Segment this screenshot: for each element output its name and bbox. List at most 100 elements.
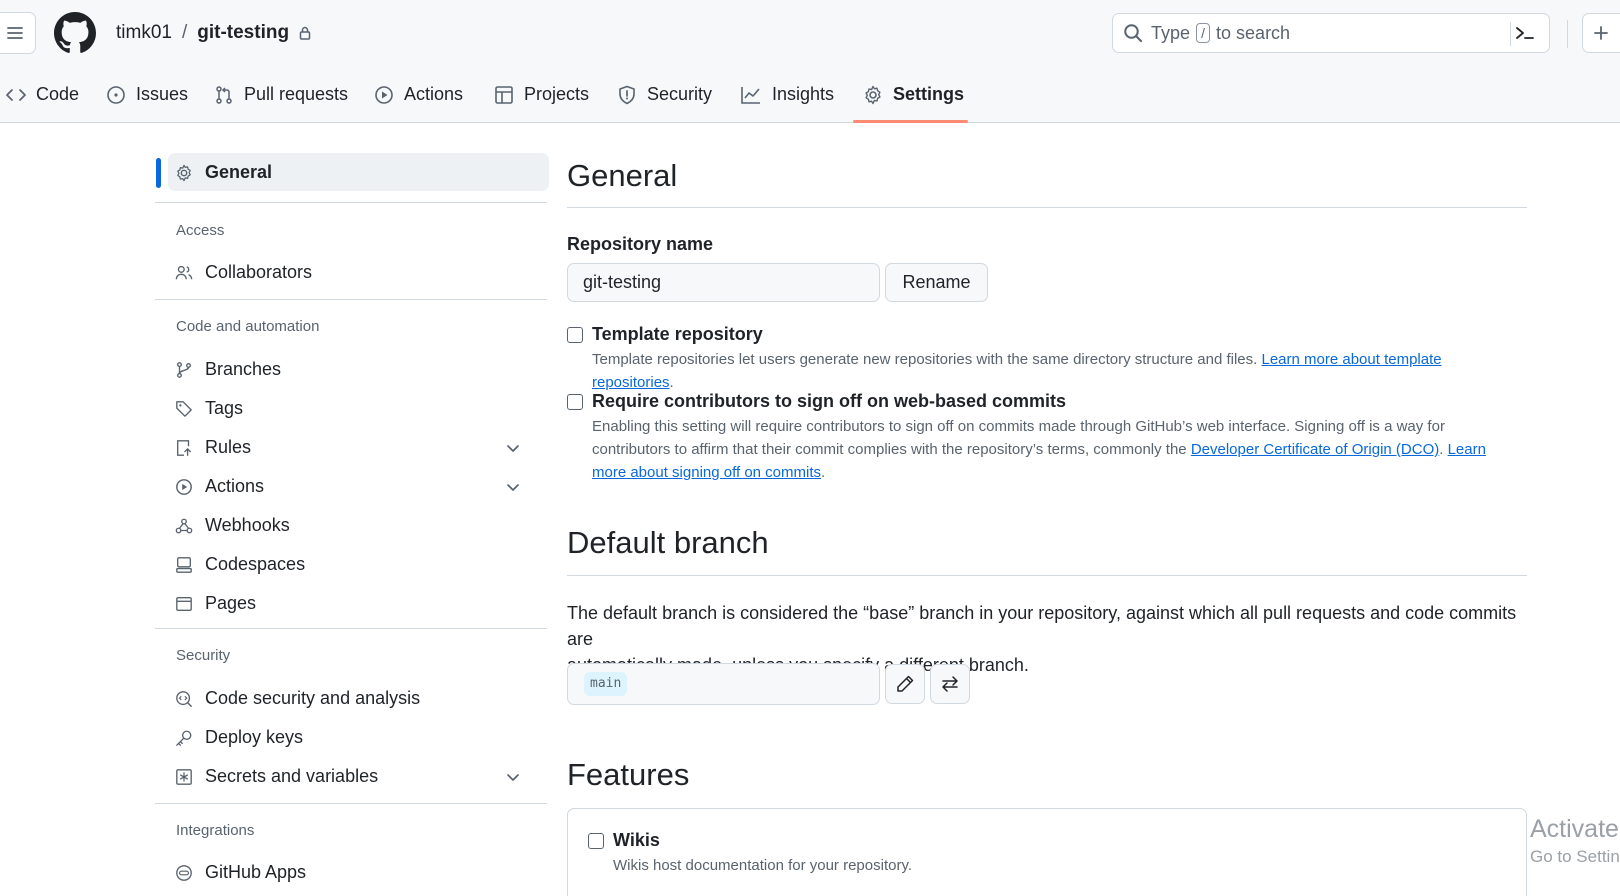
pencil-icon	[897, 675, 914, 692]
repo-push-icon	[177, 440, 191, 456]
browser-icon	[176, 597, 192, 611]
sidebar-divider	[155, 299, 547, 300]
sidebar-item-label: Deploy keys	[205, 726, 304, 747]
signoff-desc-line2-text: contributors to affirm that their commit…	[592, 441, 1187, 458]
sidebar-item-collaborators[interactable]: Collaborators	[155, 253, 547, 291]
signoff-label: Require contributors to sign off on web-…	[592, 391, 1067, 411]
sidebar-divider	[155, 202, 547, 203]
sidebar-item-actions[interactable]: Actions	[155, 467, 547, 505]
template-repository-checkbox[interactable]	[567, 327, 583, 343]
switch-branch-button[interactable]	[930, 664, 970, 704]
signoff-desc-line2: contributors to affirm that their commit…	[592, 438, 1527, 461]
default-branch-desc-line1: The default branch is considered the “ba…	[567, 603, 1517, 649]
repo-nav: Code Issues Pull requests Actions Projec…	[0, 66, 1620, 123]
branch-name: main	[584, 672, 628, 696]
terminal-icon	[1516, 27, 1534, 39]
sidebar-item-general[interactable]: General	[168, 153, 549, 191]
search-divider	[1510, 22, 1511, 46]
sidebar-item-label: Pages	[205, 592, 257, 613]
play-icon	[375, 85, 393, 104]
active-item-indicator	[156, 158, 161, 188]
tab-actions[interactable]: Actions	[374, 66, 463, 123]
punctuation: .	[821, 464, 826, 481]
search-placeholder-suffix: to search	[1216, 22, 1291, 43]
search-shortcut-key: /	[1196, 23, 1211, 43]
sidebar-item-tags[interactable]: Tags	[155, 389, 547, 427]
sidebar-item-pages[interactable]: Pages	[155, 584, 547, 622]
sidebar-heading-access: Access	[176, 222, 225, 239]
sidebar-item-label: Tags	[205, 397, 244, 418]
chevron-down-icon[interactable]	[505, 479, 521, 495]
tab-issues[interactable]: Issues	[106, 66, 188, 123]
menu-button[interactable]	[0, 12, 36, 54]
table-icon	[495, 85, 513, 104]
sidebar-item-deploy-keys[interactable]: Deploy keys	[155, 718, 547, 756]
wikis-label: Wikis	[613, 830, 660, 850]
signoff-learn-more-link-start[interactable]: Learn	[1448, 441, 1486, 458]
people-icon	[175, 265, 193, 280]
sidebar-item-label: Actions	[205, 475, 265, 496]
tab-settings[interactable]: Settings	[863, 66, 964, 123]
wikis-desc: Wikis host documentation for your reposi…	[613, 857, 913, 874]
sidebar-item-secrets[interactable]: Secrets and variables	[155, 757, 547, 795]
signoff-learn-more-link[interactable]: more about signing off on commits	[592, 464, 821, 481]
sidebar-item-label: General	[205, 161, 273, 182]
sidebar-item-code-security[interactable]: Code security and analysis	[155, 679, 547, 717]
play-icon	[176, 479, 192, 495]
repo-name-input[interactable]: git-testing	[567, 263, 880, 302]
tab-insights[interactable]: Insights	[740, 66, 834, 123]
lock-icon	[299, 26, 311, 40]
hamburger-icon	[7, 27, 23, 39]
section-divider	[567, 207, 1527, 208]
tag-icon	[176, 401, 192, 417]
features-box: Wikis Wikis host documentation for your …	[567, 808, 1527, 896]
git-branch-icon	[177, 362, 191, 378]
tab-projects[interactable]: Projects	[494, 66, 589, 123]
tab-code[interactable]: Code	[6, 66, 79, 123]
default-branch-title: Default branch	[567, 525, 769, 560]
signoff-checkbox[interactable]	[567, 394, 583, 410]
tab-label: Insights	[772, 84, 835, 104]
signoff-desc-line3: more about signing off on commits.	[592, 461, 1527, 484]
wikis-checkbox[interactable]	[588, 833, 604, 849]
section-divider	[567, 575, 1527, 576]
sidebar-item-label: Secrets and variables	[205, 765, 379, 786]
signoff-desc: Enabling this setting will require contr…	[592, 415, 1527, 484]
rename-button[interactable]: Rename	[885, 263, 988, 302]
create-new-button[interactable]	[1582, 13, 1620, 53]
sidebar-item-github-apps[interactable]: GitHub Apps	[155, 853, 547, 891]
chevron-down-icon[interactable]	[505, 440, 521, 456]
github-logo-icon[interactable]	[54, 12, 96, 54]
asterisk-icon	[176, 769, 192, 785]
tab-security[interactable]: Security	[617, 66, 712, 123]
codespaces-icon	[176, 557, 192, 573]
search-input[interactable]: Type / to search	[1112, 13, 1550, 53]
sidebar-heading-code-automation: Code and automation	[176, 318, 320, 335]
repo-link[interactable]: git-testing	[197, 22, 289, 44]
sidebar-item-branches[interactable]: Branches	[155, 350, 547, 388]
default-branch-field: main	[567, 663, 880, 705]
codescan-icon	[176, 691, 192, 707]
sidebar-item-webhooks[interactable]: Webhooks	[155, 506, 547, 544]
owner-link[interactable]: timk01	[116, 22, 172, 44]
command-palette-button[interactable]	[1515, 20, 1543, 46]
signoff-desc-line1: Enabling this setting will require contr…	[592, 418, 1445, 435]
sidebar-item-codespaces[interactable]: Codespaces	[155, 545, 547, 583]
watermark-line2: Go to Settin	[1530, 847, 1620, 866]
chevron-down-icon[interactable]	[505, 769, 521, 785]
tab-label: Security	[647, 84, 713, 104]
tab-pull-requests[interactable]: Pull requests	[214, 66, 348, 123]
sidebar-divider	[155, 803, 547, 804]
sidebar-item-label: Collaborators	[205, 261, 313, 282]
template-repository-desc: Template repositories let users generate…	[592, 348, 1527, 394]
dco-link[interactable]: Developer Certificate of Origin (DCO)	[1191, 441, 1439, 458]
tab-label: Projects	[524, 84, 590, 104]
sidebar-item-rules[interactable]: Rules	[155, 428, 547, 466]
plus-icon	[1594, 26, 1608, 40]
key-icon	[176, 730, 192, 746]
page-title: General	[567, 158, 678, 193]
rename-branch-button[interactable]	[885, 664, 925, 704]
top-header: timk01 / git-testing Type / to search	[0, 0, 1620, 66]
tab-label: Issues	[136, 84, 189, 104]
template-desc-text: Template repositories let users generate…	[592, 351, 1258, 368]
